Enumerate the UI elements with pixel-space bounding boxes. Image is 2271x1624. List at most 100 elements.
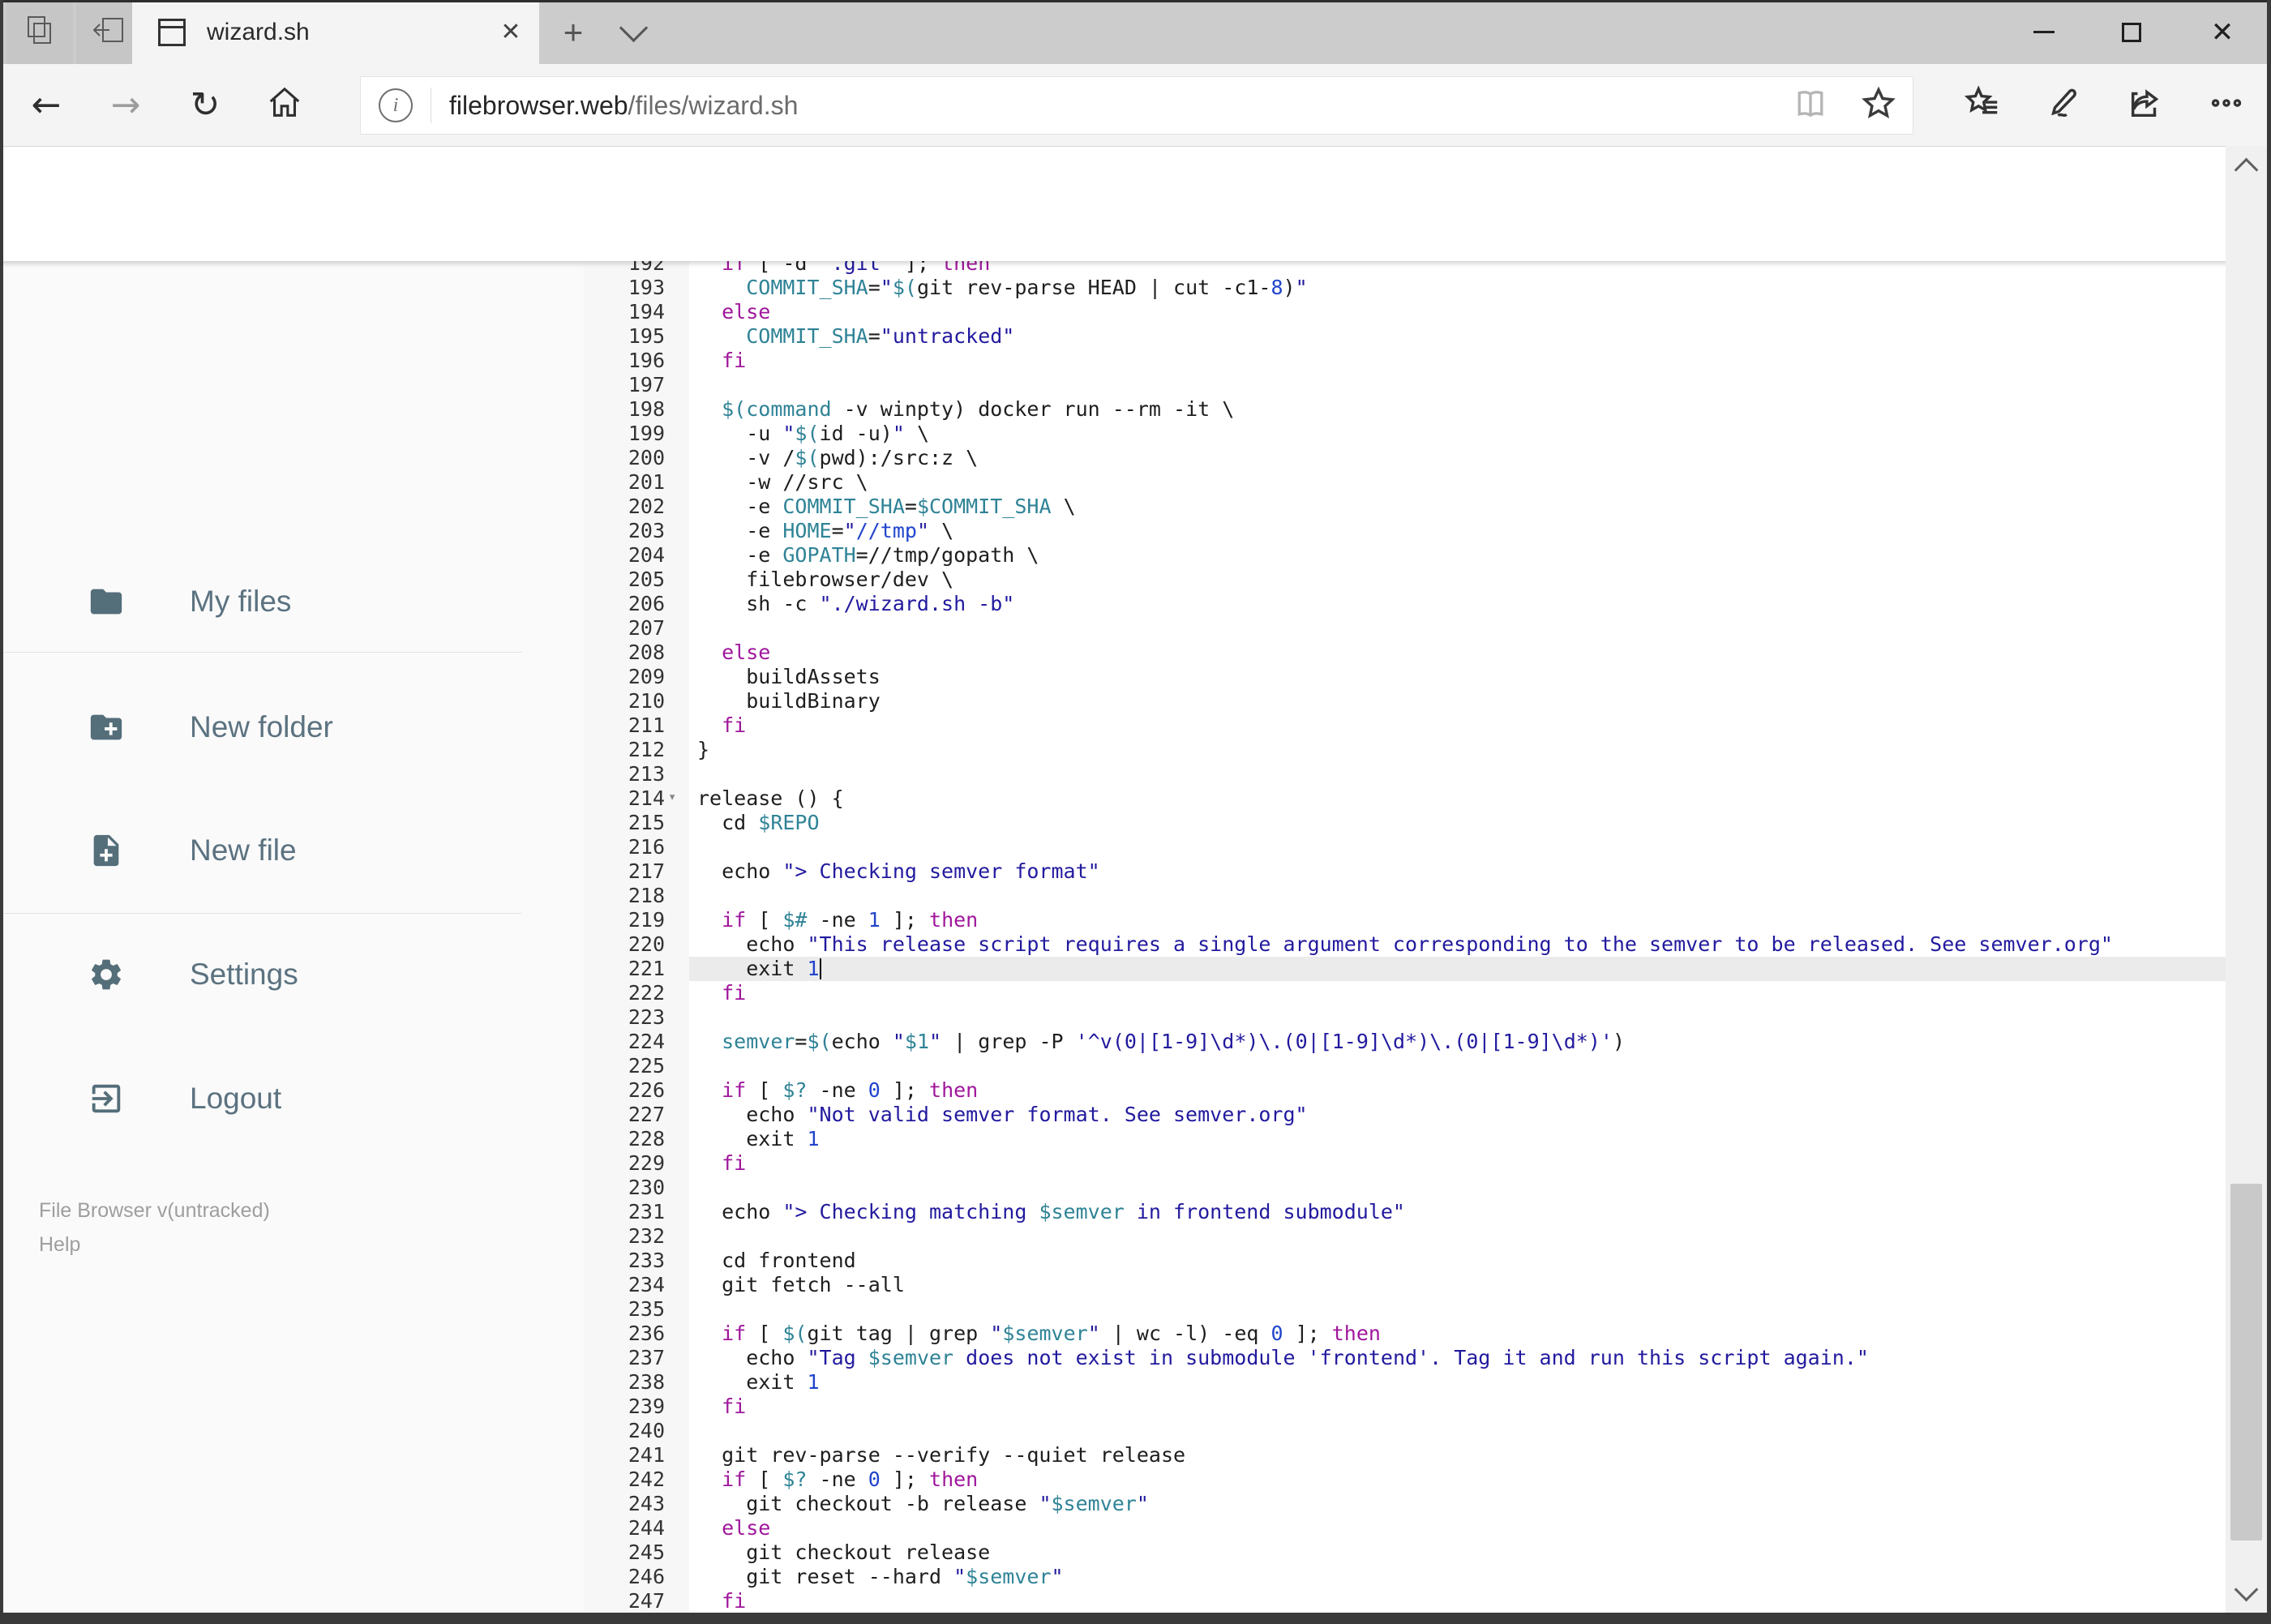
code-text: sh -c "./wizard.sh -b" [697, 592, 1015, 615]
code-line[interactable]: 218 [584, 884, 2226, 908]
code-line[interactable]: 208 else [584, 641, 2226, 665]
code-line[interactable]: 235 [584, 1297, 2226, 1322]
code-text: cd $REPO [697, 811, 820, 834]
sidebar-item-logout[interactable]: Logout [3, 1054, 571, 1143]
code-line[interactable]: 239 fi [584, 1395, 2226, 1419]
code-line[interactable]: 193 COMMIT_SHA="$(git rev-parse HEAD | c… [584, 276, 2226, 300]
help-link[interactable]: Help [39, 1228, 80, 1262]
url-field[interactable]: i filebrowser.web/files/wizard.sh [360, 76, 1913, 135]
site-info-icon[interactable]: i [379, 88, 413, 122]
code-line[interactable]: 223 [584, 1005, 2226, 1030]
close-tab-button[interactable]: ✕ [482, 0, 539, 64]
code-line[interactable]: 214 ▾ release () { [584, 786, 2226, 811]
code-line[interactable]: 221 exit 1 [584, 957, 2226, 981]
code-line[interactable]: 212} [584, 738, 2226, 762]
code-line[interactable]: 205 filebrowser/dev \ [584, 568, 2226, 592]
web-notes-button[interactable] [2025, 64, 2103, 146]
code-line[interactable]: 201 -w //src \ [584, 470, 2226, 495]
code-line[interactable]: 232 [584, 1224, 2226, 1249]
reading-view-button[interactable] [1776, 77, 1845, 134]
code-text: else [722, 1516, 771, 1540]
line-number: 219 [628, 908, 665, 932]
back-button[interactable]: ← [10, 64, 83, 146]
code-line[interactable]: 213 [584, 762, 2226, 786]
code-line[interactable]: 197 [584, 373, 2226, 397]
code-line[interactable]: 217 echo "> Checking semver format" [584, 859, 2226, 884]
code-line[interactable]: 198 $(command -v winpty) docker run --rm… [584, 397, 2226, 422]
code-line[interactable]: 199 -u "$(id -u)" \ [584, 422, 2226, 446]
code-line[interactable]: 244 else [584, 1516, 2226, 1540]
code-line[interactable]: 222 fi [584, 981, 2226, 1005]
scroll-down-button[interactable] [2226, 1572, 2267, 1613]
code-line[interactable]: 211 fi [584, 713, 2226, 738]
code-line[interactable]: 207 [584, 616, 2226, 641]
new-tab-button[interactable]: + [545, 0, 602, 64]
scroll-up-button[interactable] [2226, 146, 2267, 186]
page-scrollbar[interactable] [2226, 146, 2267, 1613]
code-line[interactable]: 220 echo "This release script requires a… [584, 932, 2226, 957]
code-line[interactable]: 202 -e COMMIT_SHA=$COMMIT_SHA \ [584, 495, 2226, 519]
code-line[interactable]: 240 [584, 1419, 2226, 1443]
fold-marker-icon[interactable]: ▾ [668, 785, 676, 809]
code-line[interactable]: 233 cd frontend [584, 1249, 2226, 1273]
code-line[interactable]: 195 COMMIT_SHA="untracked" [584, 324, 2226, 349]
line-number: 218 [628, 884, 665, 907]
code-line[interactable]: 247 fi [584, 1589, 2226, 1613]
line-number: 235 [628, 1297, 665, 1321]
sidebar-item-new-file[interactable]: New file [3, 806, 571, 895]
line-number: 227 [628, 1103, 665, 1126]
sidebar-item-settings[interactable]: Settings [3, 930, 571, 1019]
sidebar-item-my-files[interactable]: My files [3, 557, 571, 646]
code-line[interactable]: 237 echo "Tag $semver does not exist in … [584, 1346, 2226, 1370]
code-line[interactable]: 236 if [ $(git tag | grep "$semver" | wc… [584, 1322, 2226, 1346]
window-close-button[interactable]: ✕ [2187, 0, 2257, 64]
code-line[interactable]: 245 git checkout release [584, 1540, 2226, 1565]
active-tab[interactable]: wizard.sh ✕ [132, 0, 539, 64]
more-menu-button[interactable] [2187, 64, 2265, 146]
code-line[interactable]: 206 sh -c "./wizard.sh -b" [584, 592, 2226, 616]
home-button[interactable] [248, 64, 321, 146]
refresh-button[interactable]: ↻ [169, 64, 242, 146]
share-page-button[interactable] [2106, 64, 2184, 146]
code-editor[interactable]: 192 if [ -d ".git" ]; then 193 COMMIT_SHA… [584, 261, 2226, 1613]
code-line[interactable]: 216 [584, 835, 2226, 859]
code-line[interactable]: 243 git checkout -b release "$semver" [584, 1492, 2226, 1516]
code-line[interactable]: 200 -v /$(pwd):/src:z \ [584, 446, 2226, 470]
code-line[interactable]: 194 else [584, 300, 2226, 324]
window-minimize-button[interactable] [2009, 0, 2079, 64]
code-line[interactable]: 234 git fetch --all [584, 1273, 2226, 1297]
code-line[interactable]: 219 if [ $# -ne 1 ]; then [584, 908, 2226, 932]
code-line[interactable]: 210 buildBinary [584, 689, 2226, 713]
sidebar-divider [3, 652, 522, 653]
code-text: cd frontend [697, 1249, 856, 1272]
forward-button[interactable]: → [89, 64, 162, 146]
code-line[interactable]: 203 -e HOME="//tmp" \ [584, 519, 2226, 543]
code-line[interactable]: 230 [584, 1176, 2226, 1200]
code-line[interactable]: 192 if [ -d ".git" ]; then [584, 261, 2226, 276]
code-line[interactable]: 215 cd $REPO [584, 811, 2226, 835]
code-line[interactable]: 227 echo "Not valid semver format. See s… [584, 1103, 2226, 1127]
code-line[interactable]: 228 exit 1 [584, 1127, 2226, 1151]
code-line[interactable]: 231 echo "> Checking matching $semver in… [584, 1200, 2226, 1224]
code-line[interactable]: 229 fi [584, 1151, 2226, 1176]
refresh-icon: ↻ [190, 84, 221, 126]
scrollbar-thumb[interactable] [2230, 1184, 2262, 1540]
code-line[interactable]: 196 fi [584, 349, 2226, 373]
code-line[interactable]: 225 [584, 1054, 2226, 1078]
code-line[interactable]: 226 if [ $? -ne 0 ]; then [584, 1078, 2226, 1103]
code-line[interactable]: 246 git reset --hard "$semver" [584, 1565, 2226, 1589]
favorite-star-button[interactable] [1845, 77, 1913, 134]
favorites-hub-button[interactable] [1944, 64, 2022, 146]
code-line[interactable]: 242 if [ $? -ne 0 ]; then [584, 1468, 2226, 1492]
code-line[interactable]: 224 semver=$(echo "$1" | grep -P '^v(0|[… [584, 1030, 2226, 1054]
code-line[interactable]: 238 exit 1 [584, 1370, 2226, 1395]
sidebar-item-new-folder[interactable]: New folder [3, 683, 571, 772]
window-maximize-button[interactable] [2097, 0, 2166, 64]
code-line[interactable]: 241 git rev-parse --verify --quiet relea… [584, 1443, 2226, 1468]
url-domain: filebrowser.web [449, 90, 628, 120]
code-line[interactable]: 209 buildAssets [584, 665, 2226, 689]
code-line[interactable]: 204 -e GOPATH=//tmp/gopath \ [584, 543, 2226, 568]
tab-list-button[interactable] [606, 0, 660, 64]
app-version-text: File Browser v(untracked) [39, 1199, 270, 1222]
tab-preview-button[interactable] [6, 0, 73, 64]
